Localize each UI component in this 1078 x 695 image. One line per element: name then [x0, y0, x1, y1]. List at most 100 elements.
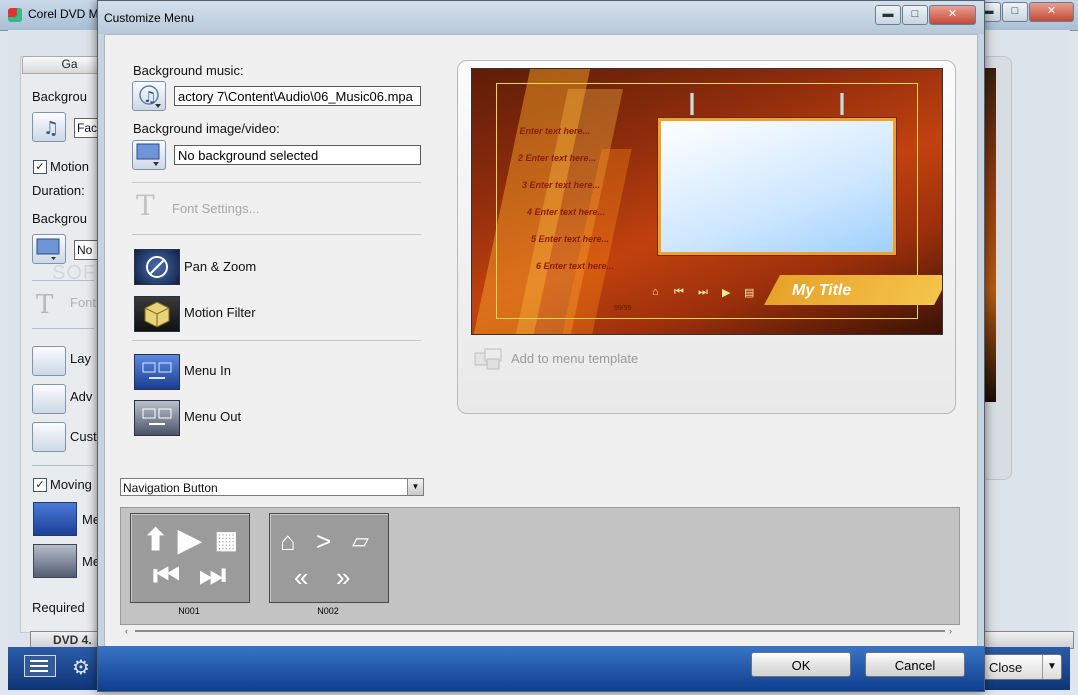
play-icon[interactable]: ▶	[722, 286, 730, 299]
parent-close-label: Close	[989, 660, 1023, 675]
chapters-icon: ▦	[215, 527, 238, 554]
chevron-down-icon[interactable]: ▼	[1042, 655, 1061, 679]
preview-thumbnail-frame[interactable]	[658, 118, 896, 255]
previous-icon: «	[294, 562, 309, 592]
customize-icon[interactable]	[32, 422, 66, 452]
chapters-icon[interactable]: ▤	[744, 286, 754, 299]
music-note-icon[interactable]: ♫	[132, 81, 166, 111]
add-template-icon	[473, 347, 505, 371]
parent-motion-checkbox[interactable]: ✓	[33, 160, 47, 174]
menu-in-icon[interactable]	[134, 354, 180, 390]
navigation-select-value: Navigation Button	[123, 481, 218, 495]
menu-in-label[interactable]: Menu In	[184, 363, 231, 378]
menu-out-icon[interactable]	[134, 400, 180, 436]
preview-title[interactable]: My Title	[792, 282, 851, 300]
menu-out-label[interactable]: Menu Out	[184, 409, 241, 424]
maximize-icon[interactable]: □	[1002, 2, 1028, 22]
parent-moving-label: Moving	[50, 477, 92, 492]
close-icon[interactable]: ✕	[929, 5, 976, 25]
image-icon[interactable]	[32, 234, 66, 264]
frame-hanger	[690, 93, 694, 115]
parent-bg-image-label: Backgrou	[32, 211, 87, 226]
nav-button-label: N002	[317, 606, 339, 616]
music-note-icon[interactable]: ♫	[32, 112, 66, 142]
preview-menu-item[interactable]: 4 Enter text here...	[527, 207, 605, 217]
ok-button[interactable]: OK	[751, 652, 851, 677]
navigation-button-gallery: ⬆ ▶ ▦ ⏮ ⏭ N001 ⌂ > ▱ « » N002 ‹ ›	[120, 507, 960, 636]
cancel-button[interactable]: Cancel	[865, 652, 965, 677]
home-icon: ⌂	[280, 526, 296, 556]
parent-required-label: Required	[32, 600, 85, 615]
parent-duration-label: Duration:	[32, 183, 85, 198]
svg-text:♫: ♫	[43, 118, 59, 139]
scroll-right-icon[interactable]: ›	[949, 626, 952, 636]
next-icon[interactable]: ⏭	[698, 286, 708, 299]
parent-motion-label: Motion	[50, 159, 90, 174]
motion-filter-cube-icon[interactable]	[134, 296, 180, 332]
menu-in-icon[interactable]	[33, 502, 77, 536]
divider	[32, 328, 94, 329]
advanced-icon[interactable]	[32, 384, 66, 414]
chevron-down-icon[interactable]: ▼	[407, 479, 423, 495]
chapters-icon: ▱	[352, 528, 369, 553]
app-icon	[8, 8, 22, 22]
nav-button-style-outline[interactable]: ⌂ > ▱ « »	[269, 513, 389, 603]
next-icon: ⏭	[199, 559, 226, 592]
frame-hanger	[840, 93, 844, 115]
next-icon: »	[336, 562, 351, 592]
settings-gear-icon[interactable]: ⚙	[68, 653, 98, 679]
image-icon[interactable]	[132, 140, 166, 170]
preview-menu-item[interactable]: 3 Enter text here...	[522, 180, 600, 190]
title-banner	[764, 275, 942, 305]
layout-icon[interactable]	[32, 346, 66, 376]
add-template-label: Add to menu template	[511, 351, 639, 366]
menu-preview[interactable]: 1 Enter text here... 2 Enter text here..…	[471, 68, 943, 335]
preview-menu-item[interactable]: 6 Enter text here...	[536, 261, 614, 271]
font-t-icon: T	[136, 189, 155, 222]
svg-text:♫: ♫	[143, 88, 156, 106]
background-music-label: Background music:	[133, 63, 244, 78]
dialog-titlebar: Customize Menu ▬ □ ✕	[98, 1, 984, 34]
nav-button-label: N001	[178, 606, 200, 616]
background-music-field[interactable]: actory 7\Content\Audio\06_Music06.mpa	[174, 86, 421, 106]
parent-layout-label: Lay	[70, 351, 91, 366]
horizontal-scrollbar[interactable]: ‹ ›	[125, 626, 955, 636]
divider	[132, 340, 421, 341]
previous-icon: ⏮	[153, 559, 180, 592]
home-icon[interactable]: ⌂	[652, 286, 659, 298]
previous-icon[interactable]: ⏮	[674, 286, 684, 299]
parent-customize-label: Cust	[70, 429, 97, 444]
background-image-label: Background image/video:	[133, 121, 280, 136]
nav-button-style-solid[interactable]: ⬆ ▶ ▦ ⏮ ⏭	[130, 513, 250, 603]
parent-close-button[interactable]: Close ▼	[980, 654, 1062, 680]
parent-font-label: Font	[70, 295, 97, 310]
scroll-track[interactable]	[135, 630, 945, 632]
parent-window-title: Corel DVD M	[28, 7, 99, 21]
preview-menu-item[interactable]: 1 Enter text here...	[512, 126, 590, 136]
parent-bg-music-label: Backgrou	[32, 89, 87, 104]
motion-filter-label[interactable]: Motion Filter	[184, 305, 256, 320]
pan-zoom-label[interactable]: Pan & Zoom	[184, 259, 256, 274]
minimize-icon[interactable]: ▬	[875, 5, 901, 25]
add-to-template-button[interactable]: Add to menu template	[473, 347, 673, 371]
preview-menu-item[interactable]: 5 Enter text here...	[531, 234, 609, 244]
menu-out-icon[interactable]	[33, 544, 77, 578]
dialog-footer	[98, 646, 984, 691]
dialog-title: Customize Menu	[104, 11, 195, 25]
pan-zoom-icon[interactable]	[134, 249, 180, 285]
divider	[32, 465, 94, 466]
divider	[132, 182, 421, 183]
font-settings-button[interactable]: Font Settings...	[172, 201, 259, 216]
parent-moving-checkbox[interactable]: ✓	[33, 478, 47, 492]
home-icon: ⬆	[143, 524, 169, 557]
maximize-icon[interactable]: □	[902, 5, 928, 25]
font-t-icon: T	[36, 290, 54, 320]
background-image-field[interactable]: No background selected	[174, 145, 421, 165]
parent-advanced-label: Adv	[70, 389, 93, 404]
scroll-left-icon[interactable]: ‹	[125, 626, 128, 636]
page-counter: 99/99	[614, 305, 632, 312]
preview-menu-item[interactable]: 2 Enter text here...	[518, 153, 596, 163]
close-icon[interactable]: ✕	[1029, 2, 1074, 22]
list-menu-icon[interactable]	[24, 655, 56, 677]
navigation-button-select[interactable]: Navigation Button ▼	[120, 478, 424, 496]
